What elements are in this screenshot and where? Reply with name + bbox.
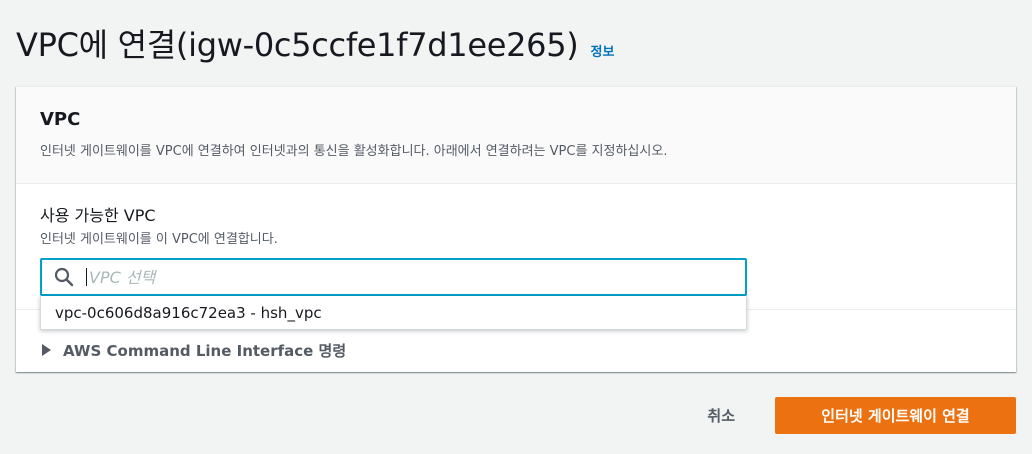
panel-description: 인터넷 게이트웨이를 VPC에 연결하여 인터넷과의 통신을 활성화합니다. 아… [40, 144, 668, 159]
page-title: VPC에 연결(igw-0c5ccfe1f7d1ee265) [16, 26, 579, 64]
page-header: VPC에 연결(igw-0c5ccfe1f7d1ee265) 정보 [16, 20, 614, 66]
info-link[interactable]: 정보 [590, 41, 614, 60]
footer-actions: 취소 인터넷 게이트웨이 연결 [689, 397, 1016, 434]
text-caret [86, 268, 87, 286]
search-icon [54, 267, 74, 287]
field-label: 사용 가능한 VPC [40, 206, 156, 225]
panel-header: VPC 인터넷 게이트웨이를 VPC에 연결하여 인터넷과의 통신을 활성화합니… [16, 87, 1016, 184]
cli-expander-label: AWS Command Line Interface 명령 [63, 341, 347, 360]
vpc-search-box[interactable] [40, 258, 747, 296]
panel-title: VPC [40, 109, 81, 130]
vpc-option[interactable]: vpc-0c606d8a916c72ea3 - hsh_vpc [55, 304, 322, 322]
vpc-select: vpc-0c606d8a916c72ea3 - hsh_vpc [40, 258, 747, 330]
vpc-dropdown: vpc-0c606d8a916c72ea3 - hsh_vpc [40, 296, 747, 330]
cancel-button[interactable]: 취소 [689, 397, 753, 434]
vpc-panel: VPC 인터넷 게이트웨이를 VPC에 연결하여 인터넷과의 통신을 활성화합니… [16, 86, 1016, 372]
attach-igw-button[interactable]: 인터넷 게이트웨이 연결 [775, 397, 1016, 434]
vpc-search-input[interactable] [89, 267, 689, 287]
field-description: 인터넷 게이트웨이를 이 VPC에 연결합니다. [40, 232, 278, 247]
caret-right-icon [42, 344, 51, 356]
panel-body: 사용 가능한 VPC 인터넷 게이트웨이를 이 VPC에 연결합니다. vpc-… [16, 184, 1016, 330]
